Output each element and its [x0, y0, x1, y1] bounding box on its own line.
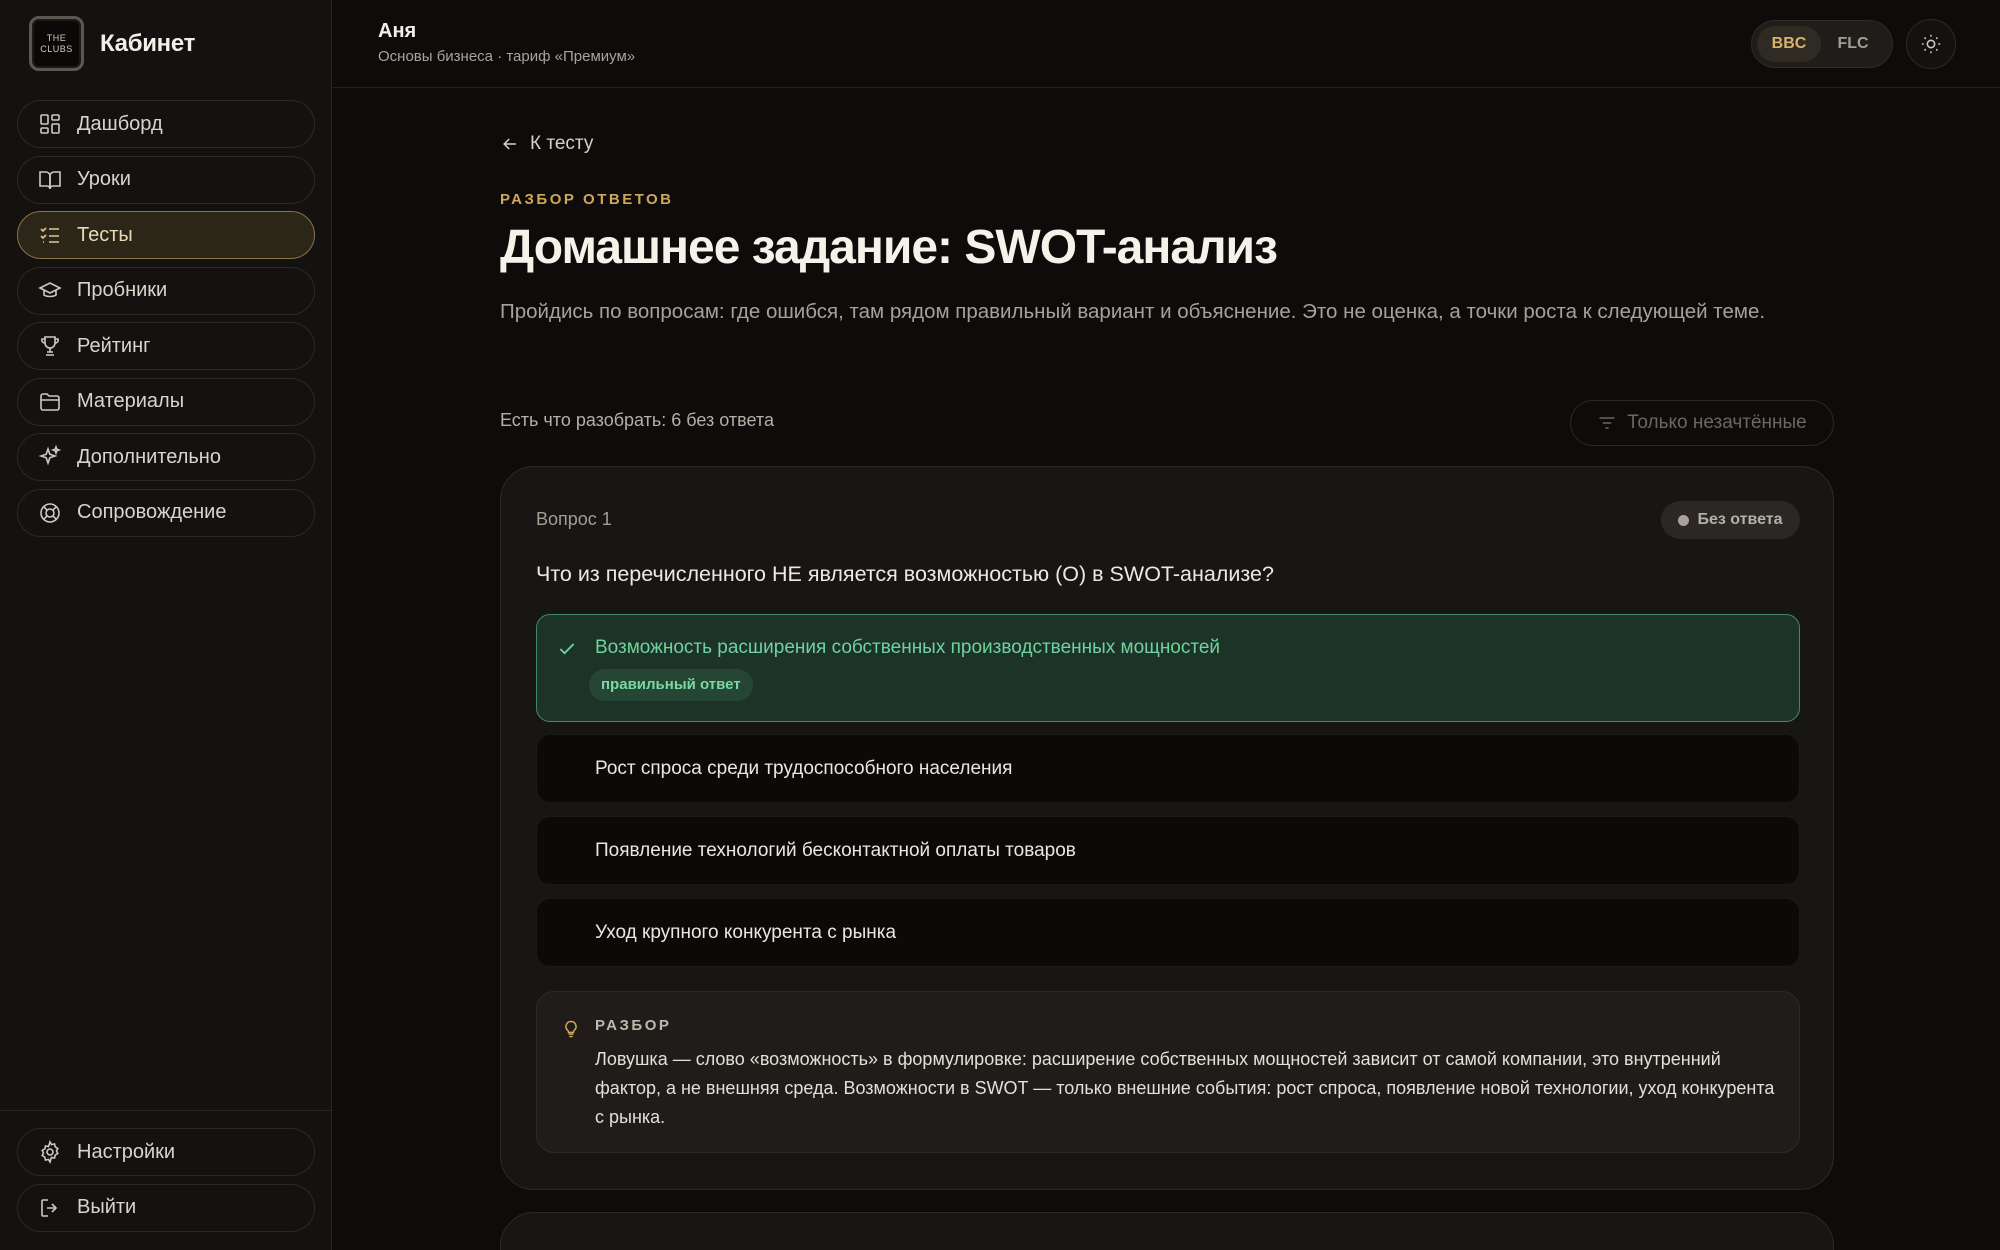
review-summary: Есть что разобрать: 6 без ответа: [500, 410, 774, 430]
program-switch: BBC FLC: [1751, 20, 1893, 68]
filter-button-label: Только незачтённые: [1627, 412, 1807, 433]
sidebar-item-label: Тесты: [77, 223, 133, 246]
sidebar-item-logout[interactable]: Выйти: [17, 1183, 315, 1232]
switch-option-bbc[interactable]: BBC: [1757, 26, 1821, 62]
sun-icon: [1921, 34, 1941, 54]
sidebar-item-rating[interactable]: Рейтинг: [17, 322, 315, 370]
page-description: Пройдись по вопросам: где ошибся, там ря…: [500, 300, 1766, 323]
sidebar-item-dashboard[interactable]: Дашборд: [17, 100, 315, 148]
sidebar: THE CLUBS Кабинет Дашборд Уроки Тесты Пр…: [0, 0, 332, 1250]
book-icon: [39, 170, 61, 189]
logo: THE CLUBS: [29, 16, 84, 71]
sidebar-item-label: Дополнительно: [77, 445, 221, 468]
explanation-label: РАЗБОР: [595, 1017, 672, 1034]
arrow-left-icon: [503, 138, 516, 150]
logo-text-bottom: CLUBS: [40, 43, 73, 54]
sidebar-item-lessons[interactable]: Уроки: [17, 155, 315, 204]
next-question-card: [500, 1212, 1834, 1250]
sidebar-item-settings[interactable]: Настройки: [17, 1128, 315, 1176]
sidebar-item-label: Выйти: [77, 1196, 137, 1218]
sidebar-item-label: Настройки: [77, 1140, 176, 1163]
sidebar-item-label: Материалы: [77, 390, 185, 412]
answer-option[interactable]: Уход крупного конкурента с рынка: [536, 898, 1800, 967]
sidebar-item-label: Уроки: [77, 168, 131, 190]
sidebar-item-label: Дашборд: [77, 112, 163, 135]
graduation-cap-icon: [38, 281, 62, 297]
sidebar-item-materials[interactable]: Материалы: [17, 377, 315, 426]
check-icon: [559, 643, 575, 655]
page-title: Домашнее задание: SWOT-анализ: [500, 221, 1278, 274]
sidebar-item-label: Рейтинг: [77, 334, 151, 357]
answer-option-text: Возможность расширения собственных произ…: [595, 637, 1221, 658]
trophy-icon: [41, 336, 59, 356]
gear-icon: [41, 1140, 59, 1164]
status-badge: Без ответа: [1661, 501, 1800, 539]
sidebar-nav: Дашборд Уроки Тесты Пробники Рейтинг Мат…: [17, 100, 315, 544]
lightbulb-icon: [565, 1020, 577, 1038]
logout-icon: [41, 1198, 58, 1217]
question-card: Вопрос 1 Без ответа Что из перечисленног…: [500, 466, 1834, 1190]
sidebar-divider: [0, 1110, 332, 1111]
brand[interactable]: THE CLUBS Кабинет: [29, 16, 195, 71]
checklist-icon: [40, 227, 59, 243]
explanation-text: Ловушка — слово «возможность» в формулир…: [595, 1049, 1775, 1127]
filter-icon: [1599, 417, 1615, 429]
status-dot: [1678, 514, 1690, 526]
switch-option-flc[interactable]: FLC: [1821, 26, 1885, 62]
sidebar-item-mock-exams[interactable]: Пробники: [17, 266, 315, 315]
theme-toggle-button[interactable]: [1906, 19, 1956, 69]
sidebar-item-tests[interactable]: Тесты: [17, 211, 315, 259]
filter-button[interactable]: Только незачтённые: [1570, 400, 1834, 446]
question-text: Что из перечисленного НЕ является возмож…: [536, 562, 1274, 586]
top-header: Аня Основы бизнеса · тариф «Премиум» BBC…: [333, 0, 2000, 88]
status-badge-label: Без ответа: [1697, 511, 1783, 528]
correct-answer-tag: правильный ответ: [589, 669, 753, 701]
user-name: Аня: [378, 20, 417, 42]
back-link[interactable]: К тесту: [500, 133, 593, 155]
sidebar-item-extra[interactable]: Дополнительно: [17, 433, 315, 481]
lifebuoy-icon: [40, 502, 60, 523]
section-eyebrow: РАЗБОР ОТВЕТОВ: [500, 191, 674, 208]
dashboard-icon: [40, 114, 60, 134]
sidebar-item-label: Пробники: [77, 279, 168, 301]
question-number: Вопрос 1: [536, 509, 612, 529]
logo-text-top: THE: [46, 32, 67, 43]
answer-option-text: Появление технологий бесконтактной оплат…: [595, 839, 1076, 861]
folder-icon: [40, 392, 60, 411]
user-subtitle: Основы бизнеса · тариф «Премиум»: [378, 48, 636, 65]
answer-option-text: Уход крупного конкурента с рынка: [595, 921, 897, 943]
answer-option[interactable]: Рост спроса среди трудоспособного населе…: [536, 734, 1800, 803]
back-link-label: К тесту: [530, 133, 594, 154]
sparkles-icon: [38, 445, 62, 466]
answer-option[interactable]: Появление технологий бесконтактной оплат…: [536, 816, 1800, 885]
sidebar-item-label: Сопровождение: [77, 501, 227, 523]
sidebar-item-support[interactable]: Сопровождение: [17, 488, 315, 537]
brand-title: Кабинет: [100, 29, 196, 57]
answer-option-text: Рост спроса среди трудоспособного населе…: [595, 757, 1013, 779]
explanation-box: РАЗБОР Ловушка — слово «возможность» в ф…: [536, 991, 1800, 1153]
answer-option-correct[interactable]: Возможность расширения собственных произ…: [536, 614, 1800, 722]
sidebar-bottom-nav: Настройки Выйти: [17, 1128, 315, 1239]
